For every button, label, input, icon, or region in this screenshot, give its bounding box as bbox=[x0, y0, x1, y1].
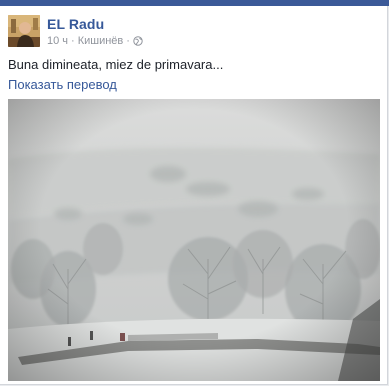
globe-icon[interactable] bbox=[133, 36, 143, 46]
avatar-image bbox=[8, 15, 40, 47]
meta-separator: · bbox=[71, 35, 75, 47]
snowy-landscape-photo bbox=[8, 99, 380, 381]
post-timestamp[interactable]: 10 ч bbox=[47, 35, 68, 47]
post-meta: 10 ч · Кишинёв · bbox=[47, 35, 143, 47]
see-translation-link[interactable]: Показать перевод bbox=[8, 77, 117, 92]
post-location[interactable]: Кишинёв bbox=[78, 35, 124, 47]
post-card: EL Radu 10 ч · Кишинёв · Buna dimineata,… bbox=[0, 6, 388, 385]
post-text: Buna dimineata, miez de primavara... bbox=[8, 57, 224, 72]
meta-separator-2: · bbox=[126, 35, 130, 47]
author-name-link[interactable]: EL Radu bbox=[47, 16, 104, 32]
author-avatar[interactable] bbox=[8, 15, 40, 47]
post-photo[interactable] bbox=[8, 99, 380, 381]
